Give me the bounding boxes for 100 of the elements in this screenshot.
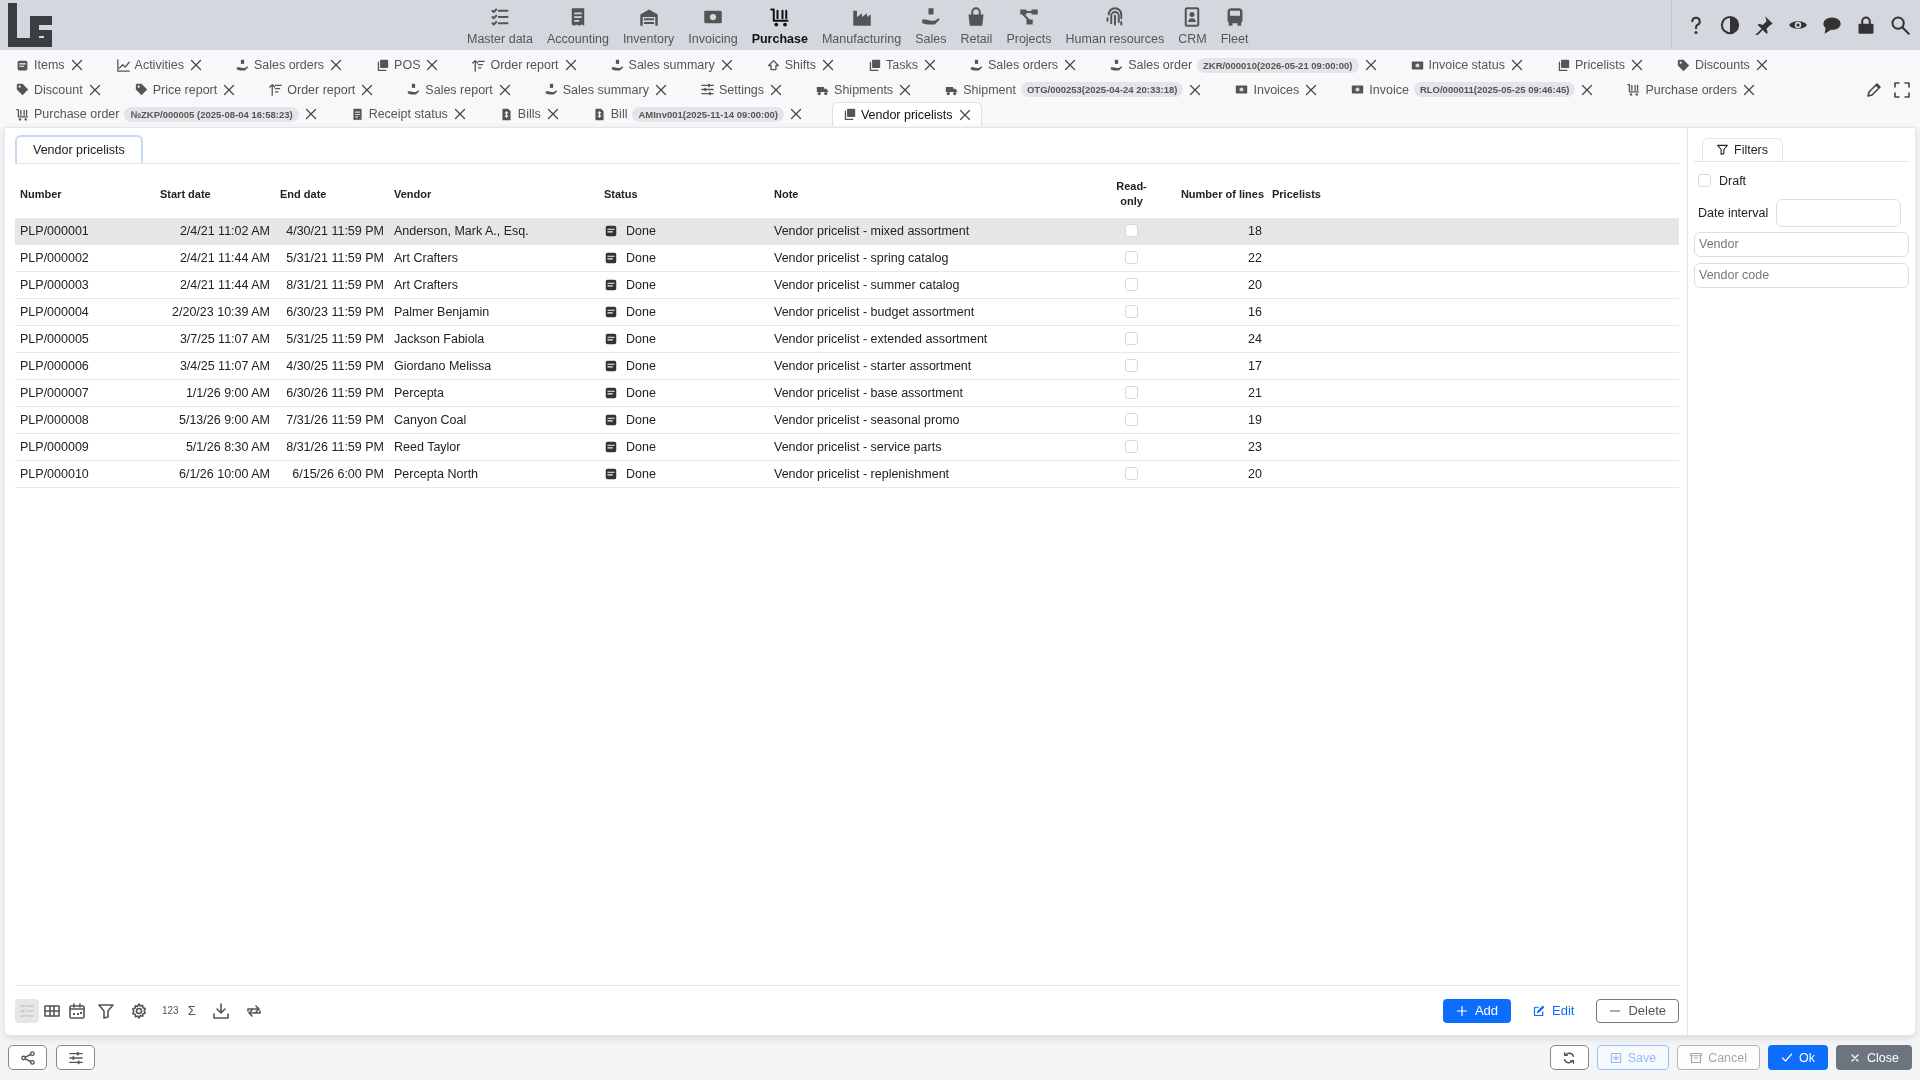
close-icon[interactable] [1755,59,1768,72]
view-toggle[interactable] [15,998,39,1023]
close-icon[interactable] [1305,83,1318,96]
table-row[interactable]: PLP/000006 3/4/25 11:07 AM 4/30/25 11:59 PM Giordano Melissa Done Vendor pricelist - starter assortment 17 [15,352,1679,380]
close-icon[interactable] [70,59,83,72]
tab[interactable]: Shifts [762,53,838,78]
column-header[interactable]: Read-only [1104,179,1159,208]
share-button[interactable] [8,1045,47,1070]
tab[interactable]: Pricelists [1552,53,1647,78]
repeat-icon[interactable] [245,1002,262,1019]
tab[interactable]: Shipment OTG/000253(2025-04-24 20:33:18) [941,77,1206,102]
close-icon[interactable] [1510,59,1523,72]
download-icon[interactable] [212,1002,229,1019]
tab[interactable]: Receipt status [346,102,470,127]
table-row[interactable]: PLP/000009 5/1/26 8:30 AM 8/31/26 11:59 PM Reed Taylor Done Vendor pricelist - service parts 23 [15,433,1679,461]
nav-item[interactable]: Retail [953,3,1000,50]
close-icon[interactable] [330,59,343,72]
close-button[interactable]: Close [1836,1045,1912,1070]
table-row[interactable]: PLP/000010 6/1/26 10:00 AM 6/15/26 6:00 PM Percepta North Done Vendor pricelist - replenishment 20 [15,460,1679,488]
tab[interactable]: Purchase orders [1623,77,1760,102]
close-icon[interactable] [1631,59,1643,72]
refresh-button[interactable] [1549,1045,1589,1070]
action-button[interactable]: Add [1442,998,1511,1023]
checkbox[interactable] [1125,359,1138,372]
nav-item[interactable]: Human resources [1058,3,1172,50]
close-icon[interactable] [1581,83,1594,96]
column-header[interactable]: Number [15,187,155,200]
tab[interactable]: Vendor pricelists [831,102,982,127]
nav-item[interactable]: CRM [1171,3,1214,50]
column-header[interactable]: Start date [155,187,275,200]
tab[interactable]: Invoices [1231,77,1322,102]
table-row[interactable]: PLP/000002 2/4/21 11:44 AM 5/31/21 11:59 PM Art Crafters Done Vendor pricelist - spring catalog 22 [15,244,1679,272]
date-interval-field[interactable] [1776,198,1902,227]
search-icon[interactable] [1890,15,1910,35]
tab[interactable]: Items [12,53,87,78]
close-icon[interactable] [453,108,466,121]
pencil-icon[interactable] [1866,81,1882,98]
table-row[interactable]: PLP/000003 2/4/21 11:44 AM 8/31/21 11:59 PM Art Crafters Done Vendor pricelist - summer catalog 20 [15,271,1679,299]
nav-item[interactable]: Accounting [540,3,616,50]
checkbox[interactable] [1125,278,1138,291]
tab[interactable]: Tasks [864,53,940,78]
table-row[interactable]: PLP/000005 3/7/25 11:07 AM 5/31/25 11:59 PM Jackson Fabiola Done Vendor pricelist - extended assortment 24 [15,325,1679,353]
table-row[interactable]: PLP/000004 2/20/23 10:39 AM 6/30/23 11:59 PM Palmer Benjamin Done Vendor pricelist - budget assortment 16 [15,298,1679,326]
nav-item[interactable]: Master data [460,3,540,50]
fullscreen-icon[interactable] [1894,81,1910,98]
close-icon[interactable] [304,108,317,121]
close-icon[interactable] [1064,59,1077,72]
nav-item[interactable]: Manufacturing [814,3,909,50]
close-icon[interactable] [189,59,202,72]
tab[interactable]: Sales orders [231,53,347,78]
nav-item[interactable]: Sales [908,3,954,50]
tab[interactable]: Invoice status [1406,53,1527,78]
close-icon[interactable] [361,83,374,96]
checkbox[interactable] [1125,251,1138,264]
nav-item[interactable]: Invoicing [681,3,745,50]
checkbox[interactable] [1125,386,1138,399]
table-row[interactable]: PLP/000001 2/4/21 11:02 AM 4/30/21 11:59 PM Anderson, Mark A., Esq. Done Vendor pricelist - mixed assortment 18 [15,217,1679,245]
tab[interactable]: Order report [265,77,378,102]
settings-button[interactable] [56,1045,95,1070]
nav-item[interactable]: Inventory [615,3,682,50]
tab[interactable]: Price report [130,77,240,102]
tab[interactable]: Bills [495,102,563,127]
close-icon[interactable] [654,83,667,96]
close-icon[interactable] [720,59,733,72]
lock-icon[interactable] [1856,15,1876,35]
close-icon[interactable] [1189,83,1202,96]
tab[interactable]: Sales summary [606,53,737,78]
column-header[interactable]: Status [599,187,769,200]
chat-icon[interactable] [1822,15,1842,35]
input-field[interactable]: Vendor [1694,231,1909,257]
close-icon[interactable] [1743,83,1756,96]
sum-toggle[interactable]: Σ [187,1003,196,1018]
edit-link[interactable]: Edit [1520,998,1588,1023]
close-icon[interactable] [822,59,834,72]
tab[interactable]: Shipments [812,77,916,102]
checkbox[interactable] [1125,224,1138,237]
close-icon[interactable] [546,108,559,121]
tab[interactable]: Activities [112,53,206,78]
gear-icon[interactable] [131,1002,147,1019]
close-icon[interactable] [899,83,912,96]
checkbox[interactable] [1125,440,1138,453]
filter-icon[interactable] [98,1002,114,1019]
checkbox[interactable] [1698,174,1711,187]
action-button[interactable]: Delete [1596,998,1679,1023]
table-row[interactable]: PLP/000007 1/1/26 9:00 AM 6/30/26 11:59 PM Percepta Done Vendor pricelist - base assortment 21 [15,379,1679,407]
contrast-icon[interactable] [1720,15,1740,35]
close-icon[interactable] [564,59,577,72]
count-toggle[interactable]: 123 [162,1005,179,1016]
tab[interactable]: Purchase order №ZKP/000005 (2025-08-04 16:58:23) [12,102,321,127]
tab[interactable]: Discounts [1673,53,1772,78]
column-header[interactable]: Number of lines [1159,187,1267,200]
close-icon[interactable] [426,59,439,72]
close-icon[interactable] [789,108,802,121]
nav-item[interactable]: Fleet [1213,3,1256,50]
tab[interactable]: Sales orders [965,53,1081,78]
checkbox[interactable] [1125,305,1138,318]
close-icon[interactable] [1364,59,1377,72]
close-icon[interactable] [223,83,236,96]
ok-button[interactable]: Ok [1768,1045,1829,1070]
tab[interactable]: POS [372,53,443,78]
